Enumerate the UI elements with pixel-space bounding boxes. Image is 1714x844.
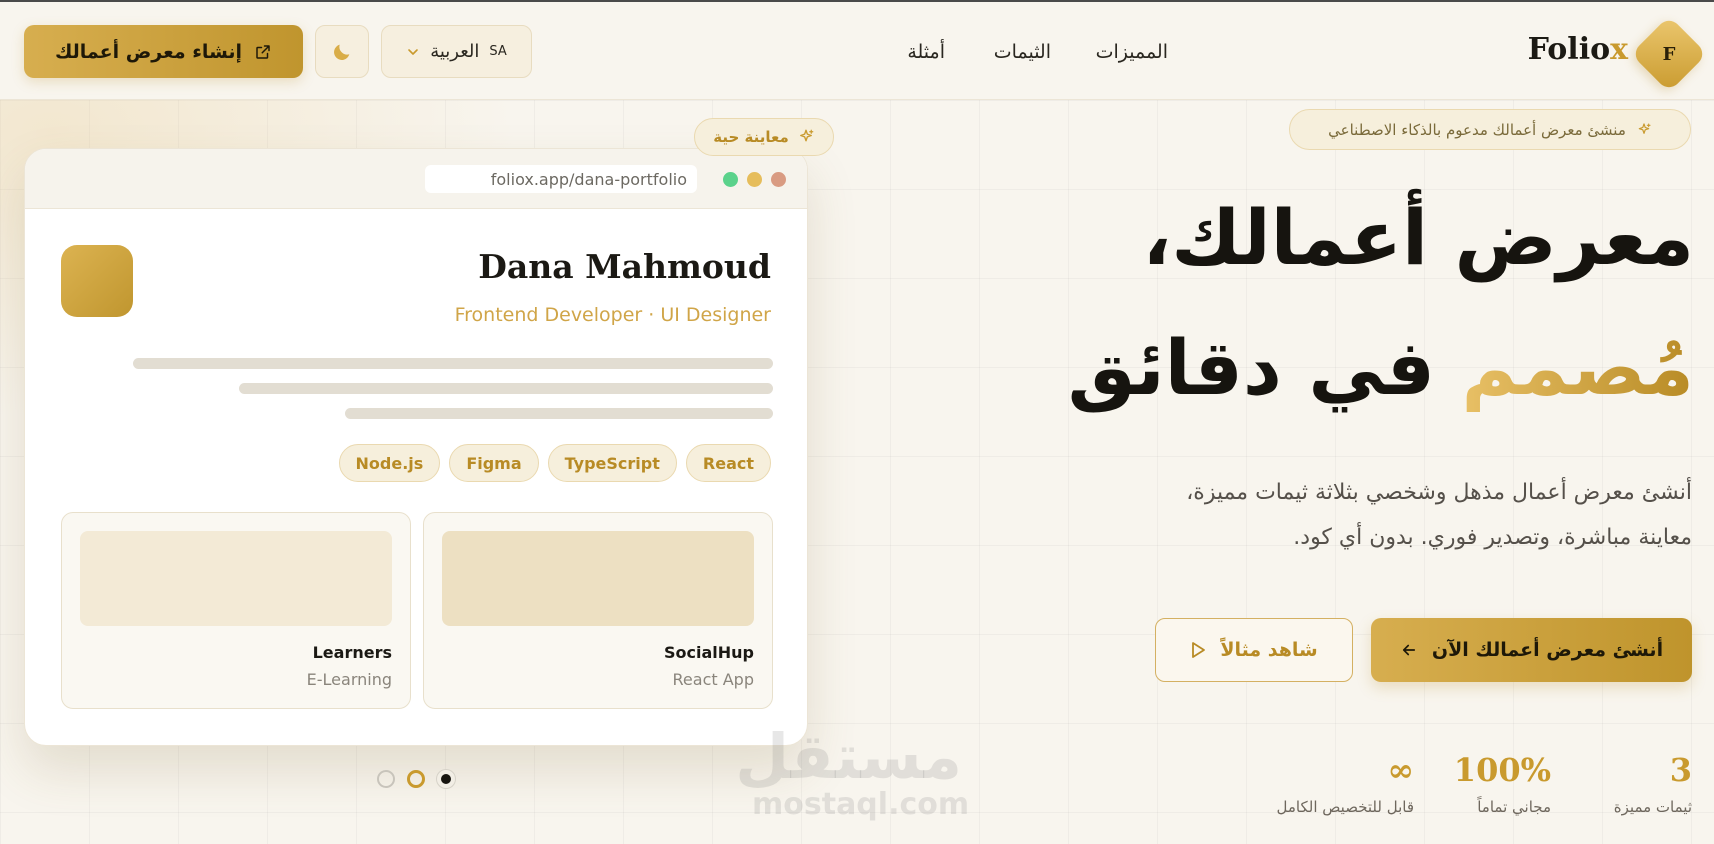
project-subtitle: React App [672, 670, 754, 689]
stat-themes: 3 ثيمات مميزة [1614, 754, 1692, 816]
hero-title-rest: في دقائق [1067, 323, 1436, 412]
window-dot-green [723, 172, 738, 187]
logo-text[interactable]: Foliox [1528, 32, 1628, 67]
carousel-dot[interactable] [377, 770, 395, 788]
project-card[interactable]: Learners E-Learning [61, 512, 411, 709]
project-card[interactable]: SocialHup React App [423, 512, 773, 709]
site-header: F Foliox المميزات الثيمات أمثلة العربية … [0, 2, 1714, 100]
window-dot-yellow [747, 172, 762, 187]
stat-value: 3 [1669, 751, 1692, 789]
arrow-left-icon [1400, 641, 1418, 659]
external-link-icon [254, 43, 272, 61]
skill-tags: React TypeScript Figma Node.js [338, 444, 771, 482]
hero-title-highlight: مُصمم [1461, 323, 1695, 412]
chevron-down-icon [406, 45, 420, 59]
nav-link-themes[interactable]: الثيمات [994, 41, 1051, 63]
play-icon [1190, 641, 1206, 659]
project-thumbnail [80, 531, 392, 626]
skill-tag: TypeScript [547, 444, 677, 482]
carousel-dot[interactable] [407, 770, 425, 788]
stat-value: 100% [1453, 751, 1551, 789]
hero-description: أنشئ معرض أعمال مذهل وشخصي بثلاثة ثيمات … [1052, 470, 1692, 560]
stat-label: ثيمات مميزة [1613, 798, 1692, 816]
hero-description-line1: أنشئ معرض أعمال مذهل وشخصي بثلاثة ثيمات … [1186, 480, 1692, 505]
nav-link-features[interactable]: المميزات [1096, 41, 1168, 63]
logo-text-main: Folio [1527, 32, 1611, 67]
ai-badge: منشئ معرض أعمالك مدعوم بالذكاء الاصطناعي [1289, 109, 1691, 150]
watermark-latin: mostaql.com [752, 787, 970, 822]
window-dot-red [771, 172, 786, 187]
view-example-button[interactable]: شاهد مثالاً [1155, 618, 1353, 682]
skill-tag: Node.js [338, 444, 441, 482]
sparkles-icon [1636, 122, 1652, 138]
live-preview-label: معاينة حية [713, 128, 789, 146]
language-label: العربية [430, 41, 480, 62]
project-title: SocialHup [664, 643, 754, 662]
carousel-dot-active[interactable] [437, 770, 455, 788]
profile-name: Dana Mahmoud [478, 247, 771, 286]
project-thumbnail [442, 531, 754, 626]
stat-free: 100% مجاني تماماً [1454, 754, 1551, 816]
create-now-button[interactable]: أنشئ معرض أعمالك الآن [1371, 618, 1692, 682]
hero-description-line2: معاينة مباشرة، وتصدير فوري. بدون أي كود. [1293, 525, 1692, 550]
project-title: Learners [312, 643, 392, 662]
preview-window-bar: foliox.app/dana-portfolio [25, 149, 807, 209]
skeleton-line [133, 358, 773, 369]
watermark: مستقل mostaql.com [735, 720, 970, 822]
theme-toggle-button[interactable] [315, 25, 369, 78]
stat-label: قابل للتخصيص الكامل [1276, 798, 1414, 816]
skeleton-line [345, 408, 773, 419]
watermark-arabic: مستقل [735, 720, 962, 793]
skill-tag: Figma [449, 444, 539, 482]
avatar [61, 245, 133, 317]
preview-window: foliox.app/dana-portfolio Dana Mahmoud F… [24, 148, 808, 746]
sparkles-icon [797, 128, 815, 146]
stat-label: مجاني تماماً [1477, 798, 1551, 816]
project-subtitle: E-Learning [306, 670, 392, 689]
create-portfolio-label: إنشاء معرض أعمالك [54, 40, 243, 63]
ai-badge-label: منشئ معرض أعمالك مدعوم بالذكاء الاصطناعي [1328, 120, 1626, 139]
stat-value: ∞ [1387, 751, 1414, 789]
logo-letter[interactable]: F [1642, 27, 1696, 81]
view-example-label: شاهد مثالاً [1220, 639, 1318, 661]
live-preview-badge: معاينة حية [694, 118, 834, 156]
stat-customizable: ∞ قابل للتخصيص الكامل [1277, 754, 1414, 816]
skeleton-line [239, 383, 773, 394]
preview-url-bar: foliox.app/dana-portfolio [425, 165, 697, 193]
hero-title-line1: معرض أعمالك، [1142, 193, 1694, 282]
language-code: SA [489, 44, 507, 59]
create-portfolio-button[interactable]: إنشاء معرض أعمالك [24, 25, 303, 78]
profile-role: Frontend Developer · UI Designer [454, 304, 771, 326]
create-now-label: أنشئ معرض أعمالك الآن [1431, 639, 1664, 661]
language-selector[interactable]: العربية SA [381, 25, 532, 78]
skill-tag: React [685, 444, 771, 482]
hero-title-line2: مُصمم في دقائق [1068, 324, 1694, 411]
moon-icon [331, 41, 353, 63]
nav-link-examples[interactable]: أمثلة [907, 41, 945, 63]
logo-text-accent: x [1610, 32, 1628, 67]
